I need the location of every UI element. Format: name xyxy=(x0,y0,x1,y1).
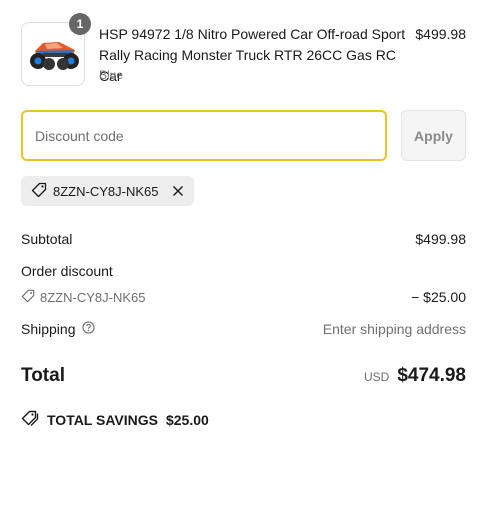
order-discount-code: 8ZZN-CY8J-NK65 xyxy=(40,290,146,305)
shipping-row: Shipping Enter shipping address xyxy=(21,321,466,337)
total-row: Total USD $474.98 xyxy=(21,363,466,389)
shipping-label: Shipping xyxy=(21,321,76,337)
monster-truck-image xyxy=(30,42,79,70)
savings-label: TOTAL SAVINGS xyxy=(47,411,158,428)
subtotal-value: $499.98 xyxy=(415,231,466,247)
order-discount-label: Order discount xyxy=(21,263,113,279)
product-line-item: 1 HSP 94972 1/8 Nitro Powered Car Off-ro… xyxy=(21,13,466,86)
tag-icon xyxy=(21,289,35,306)
discount-code-input[interactable] xyxy=(21,110,387,161)
applied-discount-chip: 8ZZN-CY8J-NK65 xyxy=(21,176,195,206)
savings-amount: $25.00 xyxy=(165,411,209,428)
savings-tag-icon xyxy=(21,410,39,429)
tag-icon xyxy=(31,182,47,201)
help-icon[interactable] xyxy=(81,321,95,337)
product-price: $499.98 xyxy=(415,26,466,42)
total-label: Total xyxy=(21,365,65,386)
apply-discount-button[interactable]: Apply xyxy=(401,110,466,161)
subtotal-label: Subtotal xyxy=(21,231,73,247)
product-variant: Blue xyxy=(99,68,124,82)
applied-discount-code: 8ZZN-CY8J-NK65 xyxy=(53,183,159,199)
order-discount-value: − $25.00 xyxy=(411,289,466,305)
total-savings: TOTAL SAVINGS $25.00 xyxy=(21,410,209,429)
shipping-value: Enter shipping address xyxy=(322,321,466,337)
order-discount-code-row: 8ZZN-CY8J-NK65 − $25.00 xyxy=(21,289,466,306)
remove-discount-icon[interactable] xyxy=(172,185,184,197)
product-name: HSP 94972 1/8 Nitro Powered Car Off-road… xyxy=(99,26,406,84)
currency-code: USD xyxy=(363,370,390,384)
order-discount-row: Order discount xyxy=(21,263,466,279)
quantity-badge: 1 xyxy=(69,13,91,35)
subtotal-row: Subtotal $499.98 xyxy=(21,231,466,247)
total-amount: $474.98 xyxy=(397,365,466,386)
